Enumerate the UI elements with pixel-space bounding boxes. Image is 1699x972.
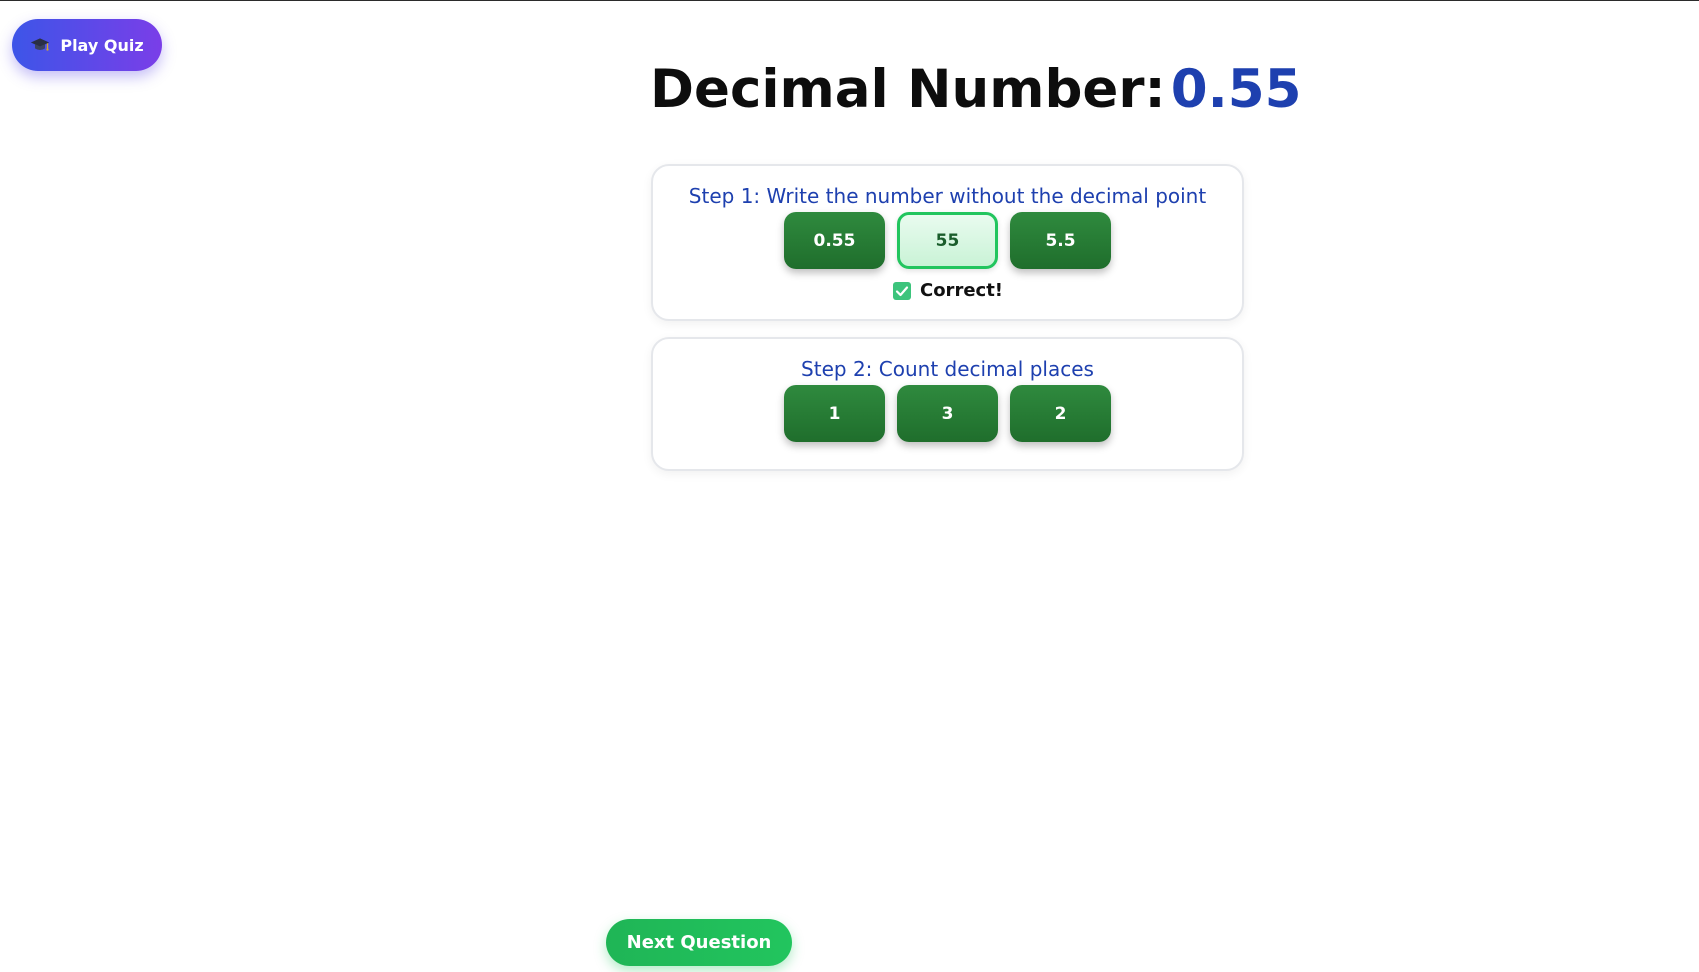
step-2-option-3[interactable]: 2: [1010, 385, 1111, 442]
decimal-value: 0.55: [1170, 59, 1302, 120]
step-1-title: Step 1: Write the number without the dec…: [688, 184, 1207, 208]
step-1-option-2[interactable]: 55: [897, 212, 998, 269]
step-2-option-2[interactable]: 3: [897, 385, 998, 442]
feedback-text: Correct!: [919, 280, 1004, 301]
step-1-feedback: Correct!: [653, 280, 1242, 301]
next-question-button[interactable]: Next Question: [606, 919, 792, 966]
play-quiz-button[interactable]: Play Quiz: [12, 19, 162, 71]
page-title: Decimal Number: 0.55: [650, 59, 1302, 120]
graduation-cap-icon: [31, 38, 50, 51]
step-1-option-3[interactable]: 5.5: [1010, 212, 1111, 269]
step-2-title: Step 2: Count decimal places: [801, 357, 1094, 381]
play-quiz-label: Play Quiz: [60, 35, 144, 55]
step-2-card: Step 2: Count decimal places 1 3 2: [651, 337, 1244, 471]
check-box-icon: [892, 281, 911, 300]
step-2-options: 1 3 2: [653, 385, 1242, 442]
step-1-card: Step 1: Write the number without the dec…: [651, 164, 1244, 321]
step-2-option-1[interactable]: 1: [784, 385, 885, 442]
step-1-options: 0.55 55 5.5: [653, 212, 1242, 269]
title-label: Decimal Number:: [650, 59, 1166, 120]
step-1-option-1[interactable]: 0.55: [784, 212, 885, 269]
